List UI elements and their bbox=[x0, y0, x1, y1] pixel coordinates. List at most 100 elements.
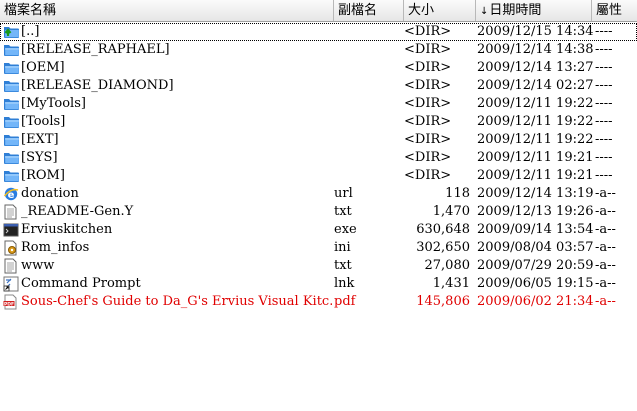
file-size: <DIR> bbox=[404, 96, 452, 111]
svg-text:PDF: PDF bbox=[4, 301, 14, 307]
file-size: <DIR> bbox=[404, 24, 452, 39]
ini-settings-icon bbox=[3, 239, 21, 257]
folder-icon bbox=[3, 59, 21, 77]
column-header-date[interactable]: ↓日期時間 bbox=[476, 0, 592, 21]
file-row[interactable]: [RELEASE_DIAMOND] <DIR> 2009/12/14 02:27 --… bbox=[0, 77, 637, 95]
file-size: 145,806 bbox=[416, 294, 470, 309]
file-rows: [..] <DIR> 2009/12/15 14:34 ---- [RELEASE_RA… bbox=[0, 23, 637, 311]
file-row[interactable]: Rom_infos ini 302,650 2009/08/04 03:57 -a-- bbox=[0, 239, 637, 257]
file-row[interactable]: www txt 27,080 2009/07/29 20:59 -a-- bbox=[0, 257, 637, 275]
file-name: www bbox=[21, 258, 55, 273]
file-name: _README-Gen.Y bbox=[21, 204, 134, 219]
file-ext bbox=[334, 77, 402, 95]
file-name: Sous-Chef's Guide to Da_G's Ervius Visua… bbox=[21, 294, 332, 309]
file-name: [..] bbox=[21, 24, 40, 39]
column-header-size-label: 大小 bbox=[408, 3, 435, 18]
file-row[interactable]: [OEM] <DIR> 2009/12/14 13:27 ---- bbox=[0, 59, 637, 77]
file-attr: -a-- bbox=[595, 222, 616, 237]
file-attr: ---- bbox=[595, 150, 613, 165]
file-size: <DIR> bbox=[404, 150, 452, 165]
file-size: 118 bbox=[445, 186, 470, 201]
file-date: 2009/06/02 21:34 bbox=[477, 294, 594, 309]
file-ext bbox=[334, 149, 402, 167]
file-size: 1,470 bbox=[432, 204, 470, 219]
column-header-attr[interactable]: 屬性 bbox=[592, 0, 637, 21]
column-header-name-label: 檔案名稱 bbox=[4, 3, 57, 18]
file-attr: -a-- bbox=[595, 204, 616, 219]
file-ext: url bbox=[334, 186, 353, 201]
file-date: 2009/12/11 19:22 bbox=[477, 132, 594, 147]
file-size: <DIR> bbox=[404, 132, 452, 147]
column-header-bar: 檔案名稱 副檔名 大小 ↓日期時間 屬性 bbox=[0, 0, 637, 22]
file-ext bbox=[334, 23, 402, 41]
file-row[interactable]: [Tools] <DIR> 2009/12/11 19:22 ---- bbox=[0, 113, 637, 131]
file-ext: txt bbox=[334, 258, 352, 273]
file-row[interactable]: Erviuskitchen exe 630,648 2009/09/14 13:54-… bbox=[0, 221, 637, 239]
file-name: Command Prompt bbox=[21, 276, 141, 291]
file-ext: exe bbox=[334, 222, 357, 237]
file-date: 2009/12/11 19:21 bbox=[477, 150, 594, 165]
file-attr: -a-- bbox=[595, 240, 616, 255]
file-attr: -a-- bbox=[595, 294, 616, 309]
file-row[interactable]: [ROM] <DIR> 2009/12/11 19:21 ---- bbox=[0, 167, 637, 185]
file-date: 2009/12/14 02:27 bbox=[477, 78, 594, 93]
file-ext bbox=[334, 41, 402, 59]
file-date: 2009/09/14 13:54 bbox=[477, 222, 594, 237]
file-ext: lnk bbox=[334, 276, 355, 291]
file-size: 27,080 bbox=[424, 258, 471, 273]
file-row[interactable]: [SYS] <DIR> 2009/12/11 19:21 ---- bbox=[0, 149, 637, 167]
file-ext: pdf bbox=[334, 294, 356, 309]
file-attr: ---- bbox=[595, 60, 613, 75]
folder-icon bbox=[3, 95, 21, 113]
folder-icon bbox=[3, 131, 21, 149]
file-ext bbox=[334, 113, 402, 131]
file-name: Rom_infos bbox=[21, 240, 90, 255]
file-size: <DIR> bbox=[404, 78, 452, 93]
file-size: <DIR> bbox=[404, 42, 452, 57]
file-date: 2009/12/14 13:27 bbox=[477, 60, 594, 75]
file-row[interactable]: [EXT] <DIR> 2009/12/11 19:22 ---- bbox=[0, 131, 637, 149]
file-row[interactable]: [RELEASE_RAPHAEL] <DIR> 2009/12/14 14:38 --… bbox=[0, 41, 637, 59]
file-attr: ---- bbox=[595, 168, 613, 183]
pdf-icon: PDF bbox=[3, 293, 21, 311]
column-header-name[interactable]: 檔案名稱 bbox=[0, 0, 334, 21]
file-attr: ---- bbox=[595, 24, 613, 39]
folder-icon bbox=[3, 41, 21, 59]
column-header-date-label: 日期時間 bbox=[489, 3, 542, 18]
text-file-icon bbox=[3, 203, 21, 221]
file-ext bbox=[334, 95, 402, 113]
column-header-size[interactable]: 大小 bbox=[404, 0, 476, 21]
folder-icon bbox=[3, 113, 21, 131]
file-row[interactable]: [MyTools] <DIR> 2009/12/11 19:22 ---- bbox=[0, 95, 637, 113]
file-name: [Tools] bbox=[21, 114, 66, 129]
column-header-ext[interactable]: 副檔名 bbox=[334, 0, 404, 21]
file-row[interactable]: e donation url 118 2009/12/14 13:19 -a-- bbox=[0, 185, 637, 203]
column-header-attr-label: 屬性 bbox=[596, 3, 623, 18]
folder-icon bbox=[3, 167, 21, 185]
file-ext bbox=[334, 131, 402, 149]
file-row[interactable]: PDF Sous-Chef's Guide to Da_G's Ervius Vi… bbox=[0, 293, 637, 311]
file-ext bbox=[334, 167, 402, 185]
file-name: [RELEASE_DIAMOND] bbox=[21, 78, 174, 93]
file-name: [EXT] bbox=[21, 132, 59, 147]
file-ext bbox=[334, 59, 402, 77]
file-date: 2009/12/15 14:34 bbox=[477, 24, 594, 39]
file-size: <DIR> bbox=[404, 60, 452, 75]
exe-icon bbox=[3, 221, 21, 239]
file-row[interactable]: Command Prompt lnk 1,431 2009/06/05 19:15 -a… bbox=[0, 275, 637, 293]
file-name: Erviuskitchen bbox=[21, 222, 113, 237]
file-date: 2009/12/11 19:21 bbox=[477, 168, 594, 183]
sort-descending-icon: ↓ bbox=[480, 6, 489, 17]
file-row[interactable]: _README-Gen.Y txt 1,470 2009/12/13 19:26 -a-… bbox=[0, 203, 637, 221]
file-ext: txt bbox=[334, 204, 352, 219]
file-name: [OEM] bbox=[21, 60, 65, 75]
folder-icon bbox=[3, 149, 21, 167]
file-date: 2009/12/14 14:38 bbox=[477, 42, 594, 57]
file-attr: ---- bbox=[595, 132, 613, 147]
file-row[interactable]: [..] <DIR> 2009/12/15 14:34 ---- bbox=[0, 23, 637, 41]
text-file-icon bbox=[3, 257, 21, 275]
file-attr: ---- bbox=[595, 96, 613, 111]
file-date: 2009/12/13 19:26 bbox=[477, 204, 594, 219]
file-attr: ---- bbox=[595, 114, 613, 129]
file-name: [ROM] bbox=[21, 168, 65, 183]
